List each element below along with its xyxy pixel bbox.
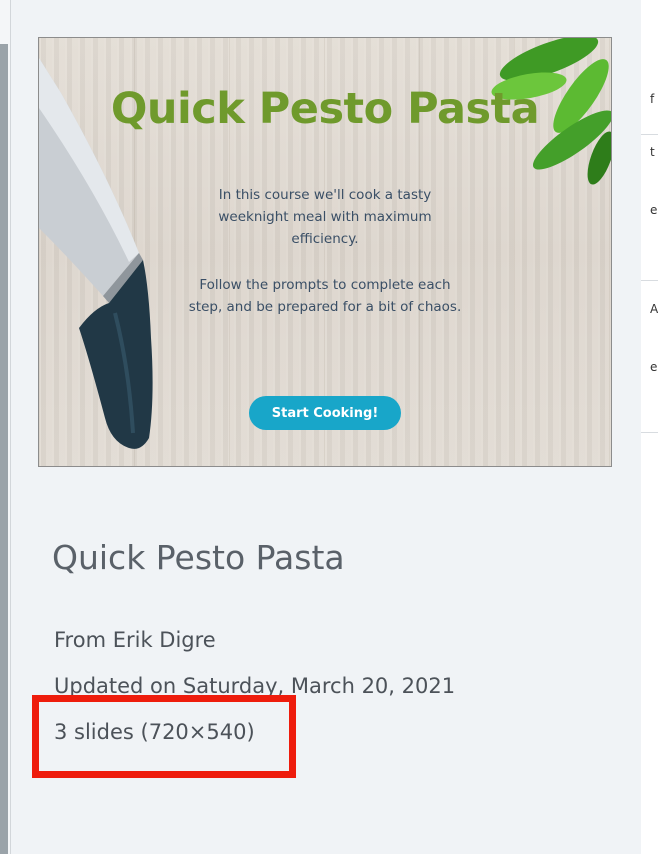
author-text: From Erik Digre xyxy=(54,628,216,652)
divider xyxy=(641,432,658,433)
right-partial-content: f t e A e xyxy=(641,0,658,854)
slide-title: Quick Pesto Pasta xyxy=(110,84,540,134)
left-scroll-rail xyxy=(0,44,8,854)
right-text-fragment: e xyxy=(650,360,658,374)
highlight-annotation-box xyxy=(32,695,296,778)
slide-thumbnail[interactable]: Quick Pesto Pasta In this course we'll c… xyxy=(38,37,612,467)
right-text-fragment: e xyxy=(650,203,658,217)
course-title: Quick Pesto Pasta xyxy=(52,538,345,577)
slide-paragraph: Follow the prompts to complete each step… xyxy=(188,277,462,315)
right-text-fragment: f xyxy=(650,92,655,106)
divider xyxy=(641,134,658,135)
slide-intro-text: In this course we'll cook a tasty weekni… xyxy=(185,184,465,342)
right-text-fragment: A xyxy=(650,302,658,316)
left-window-edge xyxy=(0,0,10,854)
start-cooking-button[interactable]: Start Cooking! xyxy=(249,396,401,430)
right-text-fragment: t xyxy=(650,145,655,159)
divider xyxy=(641,280,658,281)
slide-paragraph: In this course we'll cook a tasty weekni… xyxy=(218,187,432,247)
